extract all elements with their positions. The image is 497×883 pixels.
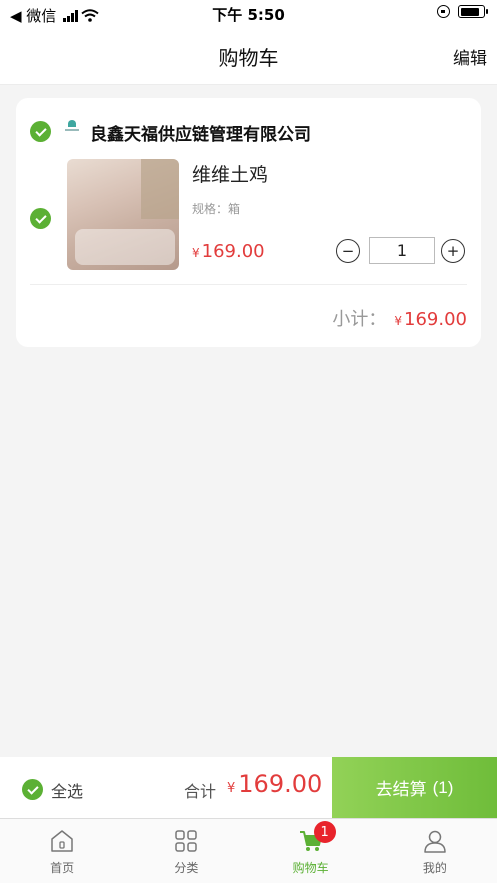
edit-button[interactable]: 编辑 bbox=[453, 44, 487, 69]
status-bar: ◀ 微信 下午 5:50 bbox=[0, 0, 497, 28]
cart-store-card: 良鑫天福供应链管理有限公司 维维土鸡 规格：箱 ¥169.00 − + 小计： … bbox=[16, 98, 481, 347]
store-checkbox[interactable] bbox=[30, 121, 51, 142]
category-icon bbox=[175, 830, 198, 852]
quantity-increase-button[interactable]: + bbox=[441, 239, 465, 263]
product-name[interactable]: 维维土鸡 bbox=[192, 160, 268, 187]
select-all-label[interactable]: 全选 bbox=[51, 778, 83, 802]
checkout-button[interactable]: 去结算 (1) bbox=[332, 757, 497, 818]
tab-profile-label: 我的 bbox=[422, 861, 447, 875]
subtotal-label: 小计： bbox=[332, 309, 387, 330]
tab-home[interactable]: 首页 bbox=[0, 819, 124, 883]
nav-bar: 购物车 编辑 bbox=[0, 28, 497, 85]
product-price: ¥169.00 bbox=[192, 241, 265, 262]
subtotal: 小计： ¥169.00 bbox=[332, 305, 467, 331]
quantity-decrease-button[interactable]: − bbox=[336, 239, 360, 263]
tab-category-label: 分类 bbox=[174, 861, 199, 875]
checkout-bar: 全选 合计 ¥169.00 去结算 (1) bbox=[0, 757, 497, 818]
profile-icon bbox=[424, 830, 446, 853]
checkout-button-count: (1) bbox=[432, 777, 454, 797]
subtotal-amount: ¥169.00 bbox=[394, 309, 467, 330]
tab-home-label: 首页 bbox=[50, 861, 75, 875]
status-time: 下午 5:50 bbox=[212, 6, 285, 24]
battery-icon bbox=[458, 5, 488, 18]
tab-cart[interactable]: 1 购物车 bbox=[249, 819, 373, 883]
total-amount: ¥169.00 bbox=[227, 770, 323, 798]
store-name[interactable]: 良鑫天福供应链管理有限公司 bbox=[90, 120, 311, 145]
cart-badge: 1 bbox=[313, 821, 336, 843]
home-icon bbox=[51, 830, 73, 852]
quantity-input[interactable] bbox=[369, 237, 435, 264]
tab-category[interactable]: 分类 bbox=[124, 819, 248, 883]
store-logo bbox=[64, 120, 80, 136]
total-label: 合计 bbox=[184, 782, 217, 801]
orientation-lock-icon bbox=[437, 5, 450, 18]
tab-profile[interactable]: 我的 bbox=[373, 819, 497, 883]
select-all-checkbox[interactable] bbox=[22, 779, 43, 800]
divider bbox=[30, 284, 467, 285]
product-spec: 规格：箱 bbox=[192, 202, 241, 216]
status-right bbox=[437, 5, 488, 18]
tab-cart-label: 购物车 bbox=[292, 861, 329, 875]
page-title: 购物车 bbox=[218, 46, 279, 70]
checkout-button-label: 去结算 bbox=[375, 780, 427, 799]
price-value: 169.00 bbox=[201, 241, 265, 262]
product-checkbox[interactable] bbox=[30, 208, 51, 229]
tab-bar: 首页 分类 1 购物车 我的 bbox=[0, 818, 497, 883]
product-image[interactable] bbox=[67, 159, 179, 270]
price-currency: ¥ bbox=[192, 246, 200, 260]
